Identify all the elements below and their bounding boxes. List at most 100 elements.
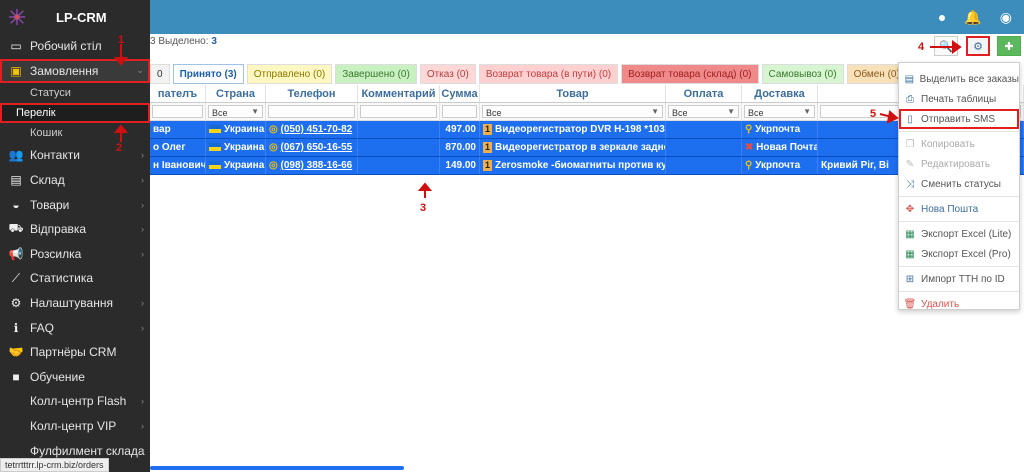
sidebar-item-shipping[interactable]: ⛟ Відправка › [0,217,150,242]
tab-status[interactable]: Отправлено (0) [246,64,333,84]
table-cell: ◎ (050) 451-70-82 [266,121,358,138]
tab-status[interactable]: Самовывоз (0) [761,64,844,84]
gear-icon: ⚙ [973,40,983,53]
sidebar-item-callcenter-vip[interactable]: Колл-центр VIP › [0,414,150,439]
status-tabs: 0 Принято (3) Отправлено (0) Завершено (0) О… [150,64,941,84]
trash-icon: 🗑 [903,298,917,310]
settings-menu-button[interactable]: ⚙ [966,36,990,56]
phone-link[interactable]: (050) 451-70-82 [281,124,353,135]
orders-table: пателъ Страна Телефон Комментарий Сумма Товар… [150,85,1024,175]
phone-link[interactable]: (098) 388-16-66 [281,160,353,171]
menu-item[interactable]: ▦ Экспорт Excel (Pro) [899,244,1019,264]
sidebar-item-warehouse[interactable]: ▤ Склад › [0,168,150,193]
table-cell: Украина [206,139,266,156]
filter-input[interactable] [360,105,437,118]
table-cell: ⚲ Укрпочта [742,121,818,138]
menu-divider [899,291,1019,292]
sidebar-item-training[interactable]: ■ Обучение [0,365,150,390]
tab-status[interactable]: Возврат товара (в пути) (0) [478,64,619,84]
column-header[interactable]: Сумма [440,85,480,102]
chevron-right-icon: › [141,150,144,161]
menu-item[interactable]: 🗑 Удалить [899,294,1019,314]
shuffle-icon: ⤨ [906,178,914,190]
table-row[interactable]: н Іванович Украина ◎ (098) 388-16-66 149.00… [150,157,1024,175]
filter-select[interactable]: Все ▼ [482,105,663,118]
search-button[interactable]: 🔍 [934,36,958,56]
sidebar-subitem-list[interactable]: Перелік [0,103,150,124]
table-cell [666,139,742,156]
ukraine-flag-icon [209,125,221,134]
annotation-1: 1 [118,34,125,46]
horizontal-scrollbar[interactable] [150,466,404,470]
sidebar-item-callcenter-flash[interactable]: Колл-центр Flash › [0,389,150,414]
quantity-badge: 1 [483,160,493,171]
table-cell: н Іванович [150,157,206,174]
sidebar-item-contacts[interactable]: 👥 Контакти › [0,143,150,168]
column-header[interactable]: Комментарий [358,85,440,102]
column-header[interactable]: Телефон [266,85,358,102]
support-icon[interactable]: ◉ [1000,9,1012,26]
info-icon: ℹ [13,320,19,335]
column-header[interactable]: Оплата [666,85,742,102]
menu-item[interactable]: ▤ Выделить все заказы [899,69,1019,89]
tab-status[interactable]: Завершено (0) [335,64,417,84]
column-header[interactable]: Доставка [742,85,818,102]
sidebar-item-mailing[interactable]: 📢 Розсилка › [0,242,150,267]
menu-divider [899,131,1019,132]
sidebar-item-desktop[interactable]: ▭ Робочий стіл [0,34,150,59]
desktop-icon: ▭ [10,39,22,54]
sidebar-item-partners[interactable]: 🤝 Партнёры CRM [0,340,150,365]
menu-divider [899,266,1019,267]
logo[interactable]: LP-CRM [0,0,150,34]
sidebar-subitem-statuses[interactable]: Статуси [0,83,150,103]
filter-select[interactable]: Все ▼ [744,105,815,118]
truck-icon: ⛟ [8,221,24,236]
user-icon[interactable]: ● [938,9,946,26]
menu-item[interactable]: ▯ Отправить SMS [899,109,1019,129]
menu-item[interactable]: ✥ Нова Пошта [899,199,1019,219]
bell-icon[interactable]: 🔔 [964,9,981,26]
filter-input[interactable] [268,105,355,118]
tab-status[interactable]: Отказ (0) [419,64,476,84]
mobile-icon: ▯ [907,113,913,125]
column-header[interactable]: Страна [206,85,266,102]
sidebar: LP-CRM ▭ Робочий стіл ▣ Замовлення ⌄ Статус… [0,0,150,472]
novaposhta-icon: ✖ [745,142,754,153]
plus-icon: ✚ [1004,40,1014,53]
table-cell: ⚲ Укрпочта [742,157,818,174]
menu-item[interactable]: ⎙ Печать таблицы [899,89,1019,109]
filter-input[interactable] [152,105,203,118]
menu-item[interactable]: ⤨ Сменить статусы [899,174,1019,194]
quantity-badge: 1 [483,124,493,135]
tab-new[interactable]: 0 [150,64,170,84]
menu-item[interactable]: ⊞ Импорт ТТН по ID [899,269,1019,289]
chevron-right-icon: › [141,175,144,186]
edit-icon: ✎ [905,158,915,170]
sidebar-item-orders[interactable]: ▣ Замовлення ⌄ [0,58,150,84]
column-header[interactable]: пателъ [150,85,206,102]
add-order-button[interactable]: ✚ [997,36,1021,56]
sidebar-subitem-cart[interactable]: Кошик [0,123,150,143]
chevron-right-icon: › [141,248,144,259]
tab-status[interactable]: Принято (3) [172,64,244,84]
tab-status[interactable]: Возврат товара (склад) (0) [621,64,759,84]
table-row[interactable]: вар Украина ◎ (050) 451-70-82 497.00 1 Видеор… [150,121,1024,139]
menu-item[interactable]: ▦ Экспорт Excel (Lite) [899,224,1019,244]
sidebar-item-settings[interactable]: ⚙ Налаштування › [0,291,150,316]
column-header[interactable]: Товар [480,85,666,102]
table-row[interactable]: о Олег Украина ◎ (067) 650-16-55 870.00 1 Вид… [150,139,1024,157]
filter-input[interactable] [442,105,477,118]
operator-icon: ◎ [269,160,278,171]
sidebar-item-goods[interactable]: ◒ Товари › [0,192,150,217]
phone-link[interactable]: (067) 650-16-55 [281,142,353,153]
sidebar-item-faq[interactable]: ℹ FAQ › [0,315,150,340]
gear-icon: ⚙ [10,296,22,311]
menu-item: ❐ Копировать [905,138,975,150]
table-cell: о Олег [150,139,206,156]
megaphone-icon: 📢 [8,246,24,261]
filter-select[interactable]: Все ▼ [668,105,739,118]
filter-select[interactable]: Все ▼ [208,105,263,118]
sidebar-item-stats[interactable]: ⟋ Статистика [0,266,150,291]
excel-icon: ▦ [905,248,915,260]
map-pin-icon: ⚲ [745,124,753,135]
